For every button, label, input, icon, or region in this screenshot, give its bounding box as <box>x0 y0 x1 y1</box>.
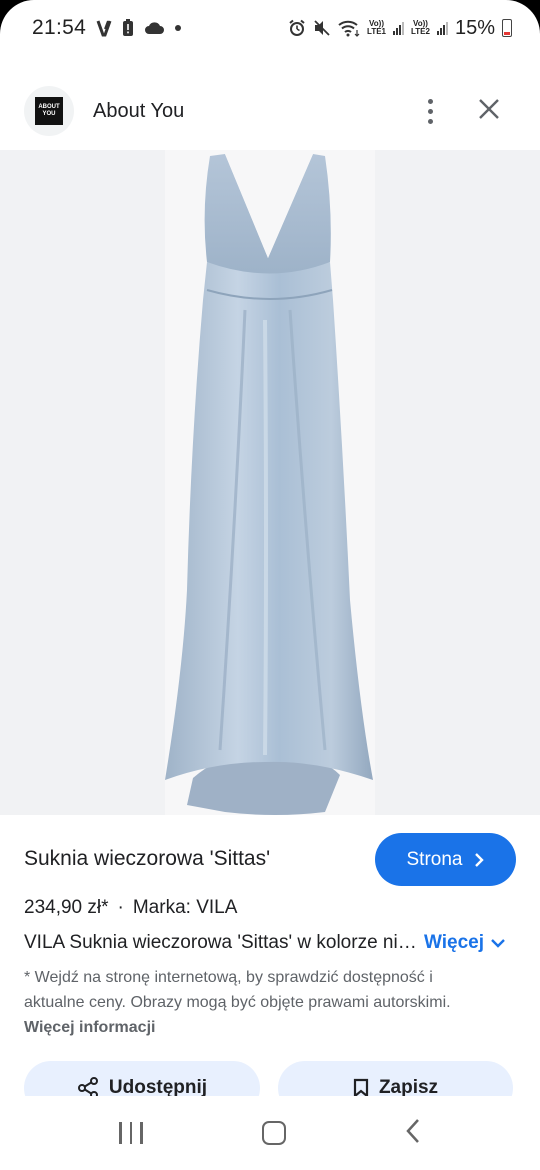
back-icon[interactable] <box>405 1118 421 1149</box>
product-image <box>165 150 375 815</box>
chevron-down-icon <box>491 939 505 948</box>
home-icon[interactable] <box>261 1121 286 1145</box>
status-bar: 21:54 Vo)) LTE1 Vo)) LTE2 15% <box>0 0 540 56</box>
more-label: Więcej <box>424 932 485 953</box>
battery-alert-icon <box>122 19 134 37</box>
alarm-icon <box>288 19 306 37</box>
separator-dot: · <box>117 897 124 918</box>
dot-icon <box>174 24 182 32</box>
site-name[interactable]: About You <box>93 100 184 123</box>
product-image-area[interactable] <box>0 150 540 815</box>
more-vert-icon[interactable] <box>420 98 440 124</box>
screen: 21:54 Vo)) LTE1 Vo)) LTE2 15% ABOUT YOU … <box>0 0 540 1170</box>
more-info-link[interactable]: Więcej informacji <box>24 1019 155 1036</box>
brand: Marka: VILA <box>132 897 238 918</box>
status-right: Vo)) LTE1 Vo)) LTE2 15% <box>288 17 512 40</box>
signal-lte2-icon <box>436 21 448 35</box>
cloud-icon <box>144 21 165 35</box>
visit-site-button[interactable]: Strona <box>375 833 516 886</box>
product-details: Suknia wieczorowa 'Sittas' Strona 234,90… <box>0 815 540 1115</box>
status-time: 21:54 <box>32 16 87 39</box>
battery-percent: 15% <box>454 16 495 39</box>
disclaimer: * Wejdź na stronę internetową, by sprawd… <box>24 965 494 1040</box>
visit-site-label: Strona <box>406 848 463 870</box>
wifi-icon <box>338 19 360 37</box>
lte2-label: Vo)) LTE2 <box>411 20 430 36</box>
more-button[interactable]: Więcej <box>424 932 506 954</box>
status-left: 21:54 <box>32 16 182 40</box>
v-icon <box>96 19 112 37</box>
lte2-bottom: LTE2 <box>411 27 430 36</box>
price-line: 234,90 zł* · Marka: VILA <box>24 897 237 919</box>
product-title: Suknia wieczorowa 'Sittas' <box>24 847 271 870</box>
close-icon[interactable] <box>478 98 500 125</box>
description-line: VILA Suknia wieczorowa 'Sittas' w kolorz… <box>24 932 516 954</box>
dress-image <box>165 154 373 815</box>
price: 234,90 zł* <box>24 897 109 918</box>
mute-icon <box>313 19 331 37</box>
battery-icon <box>502 19 512 37</box>
description: VILA Suknia wieczorowa 'Sittas' w kolorz… <box>24 932 417 953</box>
lte1-bottom: LTE1 <box>367 27 386 36</box>
header-actions <box>420 98 516 125</box>
chevron-right-icon <box>475 852 485 867</box>
lte1-label: Vo)) LTE1 <box>367 20 386 36</box>
system-nav-bar <box>0 1096 540 1170</box>
site-logo[interactable]: ABOUT YOU <box>24 86 74 136</box>
signal-lte1-icon <box>393 21 404 35</box>
recent-apps-icon[interactable] <box>119 1122 143 1144</box>
disclaimer-text: * Wejdź na stronę internetową, by sprawd… <box>24 969 451 1011</box>
bookmark-icon <box>353 1078 369 1098</box>
logo-text: ABOUT YOU <box>38 104 60 117</box>
result-header: ABOUT YOU About You <box>0 80 540 142</box>
site-logo-mark: ABOUT YOU <box>35 97 63 125</box>
